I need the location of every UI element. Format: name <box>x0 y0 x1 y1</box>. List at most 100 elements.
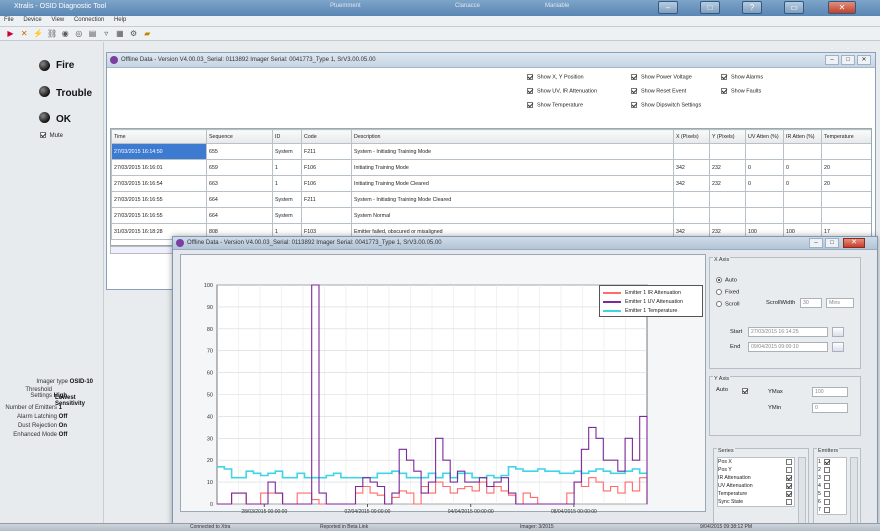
connect-icon[interactable]: ⚡ <box>33 29 43 38</box>
checkbox-icon[interactable] <box>527 74 533 80</box>
menu-view[interactable]: View <box>47 16 68 24</box>
table-row[interactable]: 27/03/2015 16:16:55 664 System F211 System -… <box>111 191 871 208</box>
radio-icon[interactable] <box>716 289 722 295</box>
mute-checkbox[interactable]: Mute <box>40 132 63 139</box>
emitter-checkbox[interactable] <box>823 491 830 497</box>
win2-close-button[interactable]: ✕ <box>843 238 865 248</box>
option-show-reset-event[interactable]: Show Reset Event <box>631 88 686 94</box>
column-header[interactable]: ID <box>272 129 302 144</box>
table-row[interactable]: 27/03/2015 16:16:01 659 1 F106 Initiating Tr… <box>111 159 871 176</box>
emitter-list-item[interactable]: 2 <box>818 466 846 474</box>
scroll-width-input[interactable]: 30 <box>800 298 822 308</box>
filter-icon[interactable]: ▿ <box>102 29 111 38</box>
option-show-temperature[interactable]: Show Temperature <box>527 102 583 108</box>
emitter-checkbox[interactable] <box>823 499 830 505</box>
emitter-list-item[interactable]: 1 <box>818 458 846 466</box>
x-fixed-radio[interactable]: Fixed <box>716 289 739 296</box>
series-list-item[interactable]: Pos Y <box>718 466 794 474</box>
emitter-checkbox[interactable] <box>823 507 830 513</box>
win2-minimize-button[interactable]: – <box>809 238 823 248</box>
chart-icon[interactable]: ▤ <box>88 29 97 38</box>
end-input[interactable]: 09/04/2015 09:00:10 <box>748 342 828 352</box>
option-show-xy[interactable]: Show X, Y Position <box>527 74 584 80</box>
minimize-button[interactable]: – <box>658 1 678 14</box>
series-checkbox[interactable] <box>786 483 792 489</box>
emitter-list-item[interactable]: 6 <box>818 498 846 506</box>
win1-maximize-button[interactable]: □ <box>841 55 855 65</box>
maximize-button[interactable]: ▭ <box>784 1 804 14</box>
column-header[interactable]: Code <box>301 129 352 144</box>
series-checkbox[interactable] <box>786 499 792 505</box>
x-auto-radio[interactable]: Auto <box>716 277 737 284</box>
record-icon[interactable]: ◎ <box>74 29 83 38</box>
link-icon[interactable]: ⛓ <box>47 29 57 38</box>
series-checkbox[interactable] <box>786 459 792 465</box>
emitter-list-item[interactable]: 5 <box>818 490 846 498</box>
y-auto-checkbox[interactable] <box>742 388 748 394</box>
help-button[interactable]: ? <box>742 1 762 14</box>
column-header[interactable]: Sequence <box>206 129 273 144</box>
emitter-checkbox[interactable] <box>823 459 830 465</box>
win2-maximize-button[interactable]: □ <box>825 238 839 248</box>
emitter-list-item[interactable]: 4 <box>818 482 846 490</box>
mute-check-icon[interactable] <box>40 132 46 138</box>
title-tab-1[interactable]: Ptuemment <box>330 3 361 9</box>
trouble-icon[interactable]: ✕ <box>20 29 29 38</box>
grid-icon[interactable]: ▦ <box>115 29 124 38</box>
column-header[interactable]: IR Atten (%) <box>783 129 822 144</box>
restore-button[interactable]: □ <box>700 1 720 14</box>
table-row[interactable]: 27/03/2015 16:16:55 664 System System Norma… <box>111 207 871 224</box>
title-tab-2[interactable]: Clanacce <box>455 3 480 9</box>
title-tab-3[interactable]: Maniable <box>545 3 569 9</box>
close-button[interactable]: ✕ <box>828 1 856 14</box>
ymax-input[interactable]: 100 <box>812 387 848 397</box>
series-scrollbar[interactable] <box>798 457 806 525</box>
menu-device[interactable]: Device <box>19 16 45 24</box>
menu-file[interactable]: File <box>0 16 18 24</box>
option-show-uv-ir[interactable]: Show UV, IR Attenuation <box>527 88 597 94</box>
series-list-item[interactable]: Sync State <box>718 498 794 506</box>
column-header[interactable]: Description <box>351 129 674 144</box>
series-checkbox[interactable] <box>786 467 792 473</box>
column-header[interactable]: Temperature <box>821 129 871 144</box>
scroll-unit-select[interactable]: Mins <box>826 298 854 308</box>
menu-help[interactable]: Help <box>110 16 130 24</box>
emitter-checkbox[interactable] <box>823 483 830 489</box>
start-picker-button[interactable] <box>832 327 844 337</box>
end-picker-button[interactable] <box>832 342 844 352</box>
checkbox-icon[interactable] <box>527 102 533 108</box>
checkbox-icon[interactable] <box>721 74 727 80</box>
option-show-dipswitch[interactable]: Show Dipswitch Settings <box>631 102 701 108</box>
win1-close-button[interactable]: ✕ <box>857 55 871 65</box>
ymin-input[interactable]: 0 <box>812 403 848 413</box>
column-header[interactable]: Time <box>111 129 207 144</box>
radio-icon[interactable] <box>716 301 722 307</box>
radio-icon[interactable] <box>716 277 722 283</box>
checkbox-icon[interactable] <box>631 88 637 94</box>
win1-minimize-button[interactable]: – <box>825 55 839 65</box>
option-show-alarms[interactable]: Show Alarms <box>721 74 763 80</box>
series-list-item[interactable]: Temperature <box>718 490 794 498</box>
series-list-item[interactable]: Pos X <box>718 458 794 466</box>
folder-icon[interactable]: ▰ <box>143 29 152 38</box>
table-row[interactable]: 27/03/2015 16:16:54 663 1 F106 Initiating Tr… <box>111 175 871 192</box>
checkbox-icon[interactable] <box>631 102 637 108</box>
emitters-scrollbar[interactable] <box>850 457 858 525</box>
series-checkbox[interactable] <box>786 475 792 481</box>
checkbox-icon[interactable] <box>631 74 637 80</box>
option-show-power-voltage[interactable]: Show Power Voltage <box>631 74 692 80</box>
series-list-item[interactable]: UV Attenuation <box>718 482 794 490</box>
column-header[interactable]: Y (Pixels) <box>709 129 746 144</box>
start-input[interactable]: 27/03/2015 16:14:25 <box>748 327 828 337</box>
emitter-list-item[interactable]: 7 <box>818 506 846 514</box>
column-header[interactable]: UV Atten (%) <box>745 129 784 144</box>
checkbox-icon[interactable] <box>527 88 533 94</box>
fire-icon[interactable]: ▶ <box>6 29 15 38</box>
menu-connection[interactable]: Connection <box>70 16 108 24</box>
emitter-list-item[interactable]: 3 <box>818 474 846 482</box>
stop-icon[interactable]: ◉ <box>61 29 70 38</box>
series-checkbox[interactable] <box>786 491 792 497</box>
table-row[interactable]: 27/03/2015 16:14:50 655 System F211 System -… <box>111 143 871 160</box>
checkbox-icon[interactable] <box>721 88 727 94</box>
settings-icon[interactable]: ⚙ <box>129 29 138 38</box>
